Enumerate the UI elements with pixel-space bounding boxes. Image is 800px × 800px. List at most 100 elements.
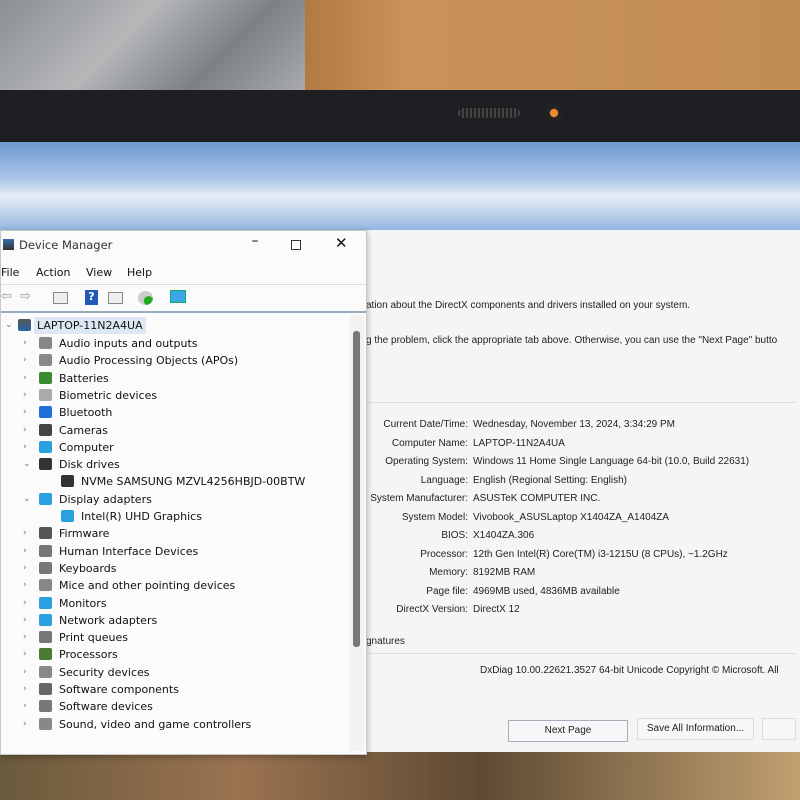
software-icon: [39, 700, 52, 713]
tree-item-label: Cameras: [59, 423, 108, 437]
battery-icon: [39, 371, 52, 384]
chevron-right-icon[interactable]: ›: [23, 698, 33, 715]
laptop-bezel: [0, 90, 800, 142]
maximize-button[interactable]: [291, 240, 301, 250]
scan-hardware-icon[interactable]: [138, 291, 153, 305]
device-tree: ⌄ LAPTOP-11N2A4UA › Audio inputs and out…: [1, 317, 349, 751]
monitor-icon: [39, 596, 52, 609]
tree-item-label: Network adapters: [59, 613, 158, 627]
background-cardboard: [305, 0, 800, 92]
field-value: X1404ZA.306: [473, 530, 535, 541]
tree-item[interactable]: › Processors: [1, 646, 346, 663]
field-value: 8192MB RAM: [473, 567, 536, 578]
chevron-right-icon[interactable]: ›: [23, 646, 33, 663]
tree-item-label: Security devices: [59, 665, 150, 679]
tree-item[interactable]: › Firmware: [1, 525, 346, 542]
chevron-right-icon[interactable]: ›: [23, 387, 33, 404]
chevron-right-icon[interactable]: ›: [23, 439, 33, 456]
help-icon[interactable]: ?: [85, 290, 98, 305]
minimize-button[interactable]: –: [245, 233, 265, 249]
tree-item-label: Audio inputs and outputs: [59, 337, 198, 350]
tree-item-label: Processors: [59, 648, 118, 662]
forward-icon[interactable]: ⇨: [20, 289, 31, 304]
chevron-right-icon[interactable]: ›: [23, 612, 33, 629]
chevron-right-icon[interactable]: ›: [23, 629, 33, 646]
tree-item-label: Human Interface Devices: [59, 544, 199, 558]
scrollbar[interactable]: [350, 315, 364, 751]
menu-action[interactable]: Action: [36, 266, 70, 279]
chevron-right-icon[interactable]: ›: [23, 370, 33, 387]
tree-item[interactable]: › Print queues: [1, 629, 346, 646]
dxdiag-intro-2: g the problem, click the appropriate tab…: [366, 335, 778, 346]
tree-item[interactable]: › Biometric devices: [1, 387, 346, 404]
menu-view[interactable]: View: [86, 266, 112, 279]
update-driver-icon[interactable]: [108, 292, 123, 304]
chevron-right-icon[interactable]: ›: [23, 543, 33, 560]
hid-icon: [39, 544, 52, 557]
tree-item[interactable]: › Computer: [1, 439, 346, 456]
tree-item[interactable]: ⌄ Display adapters: [1, 491, 346, 508]
chevron-right-icon[interactable]: ›: [23, 595, 33, 612]
divider: [1, 311, 366, 313]
printer-icon: [39, 631, 52, 644]
tree-item[interactable]: › Software devices: [1, 698, 346, 715]
field-value: English (Regional Setting: English): [473, 474, 627, 486]
tree-item[interactable]: › Batteries: [1, 370, 346, 387]
toolbar: ⇦ ⇨ ?: [1, 289, 201, 307]
tree-item[interactable]: › Network adapters: [1, 612, 346, 629]
tree-item-label: Keyboards: [59, 561, 117, 575]
next-page-button[interactable]: Next Page: [508, 720, 628, 742]
field-value: DirectX 12: [473, 604, 520, 615]
monitor-icon: [61, 510, 74, 522]
security-icon: [39, 665, 52, 678]
menu-file[interactable]: File: [1, 266, 19, 279]
window-title: Device Manager: [19, 238, 113, 252]
chevron-right-icon[interactable]: ›: [23, 664, 33, 681]
chevron-down-icon[interactable]: ⌄: [23, 491, 33, 508]
chevron-right-icon[interactable]: ›: [23, 716, 33, 733]
tree-item[interactable]: ⌄ Disk drives: [1, 456, 346, 473]
tree-item[interactable]: › Human Interface Devices: [1, 543, 346, 560]
tree-item[interactable]: › Audio Processing Objects (APOs): [1, 352, 346, 369]
tree-item[interactable]: › Software components: [1, 681, 346, 698]
tree-item[interactable]: › Keyboards: [1, 560, 346, 577]
field-value: 4969MB used, 4836MB available: [473, 585, 620, 597]
tree-item[interactable]: › Security devices: [1, 664, 346, 681]
chevron-right-icon[interactable]: ›: [23, 577, 33, 594]
tree-item[interactable]: › Cameras: [1, 422, 346, 439]
tree-item[interactable]: Intel(R) UHD Graphics: [1, 508, 346, 525]
properties-icon[interactable]: [53, 292, 68, 304]
chevron-right-icon[interactable]: ›: [23, 404, 33, 421]
field-value: LAPTOP-11N2A4UA: [473, 437, 565, 449]
tree-item[interactable]: › Bluetooth: [1, 404, 346, 421]
scrollbar-thumb[interactable]: [353, 331, 360, 647]
tree-item-label: NVMe SAMSUNG MZVL4256HBJD-00BTW: [81, 475, 306, 489]
tree-item[interactable]: › Audio inputs and outputs: [1, 335, 346, 352]
chevron-right-icon[interactable]: ›: [23, 525, 33, 542]
tree-item-label: Sound, video and game controllers: [59, 717, 252, 731]
chevron-right-icon[interactable]: ›: [23, 681, 33, 698]
tree-item[interactable]: › Monitors: [1, 595, 346, 612]
field-value: 12th Gen Intel(R) Core(TM) i3-1215U (8 C…: [473, 548, 728, 560]
chevron-down-icon[interactable]: ⌄: [5, 317, 15, 334]
exit-button[interactable]: [762, 718, 796, 740]
dxdiag-window: ation about the DirectX components and d…: [300, 230, 800, 752]
divider: [1, 284, 366, 285]
tree-root[interactable]: ⌄ LAPTOP-11N2A4UA: [1, 317, 201, 334]
tree-item[interactable]: › Sound, video and game controllers: [1, 716, 346, 733]
chip-icon: [39, 527, 52, 540]
tree-item-label: Disk drives: [59, 458, 120, 472]
tree-item[interactable]: NVMe SAMSUNG MZVL4256HBJD-00BTW: [1, 473, 346, 490]
back-icon[interactable]: ⇦: [1, 289, 12, 304]
monitor-icon[interactable]: [170, 290, 186, 303]
close-button[interactable]: ✕: [335, 234, 348, 252]
chevron-right-icon[interactable]: ›: [23, 352, 33, 369]
chevron-right-icon[interactable]: ›: [23, 335, 33, 352]
component-icon: [39, 683, 52, 695]
chevron-down-icon[interactable]: ⌄: [23, 456, 33, 473]
chevron-right-icon[interactable]: ›: [23, 560, 33, 577]
tree-item[interactable]: › Mice and other pointing devices: [1, 577, 346, 594]
menu-help[interactable]: Help: [127, 266, 152, 279]
save-all-information-button[interactable]: Save All Information...: [637, 718, 754, 740]
chevron-right-icon[interactable]: ›: [23, 422, 33, 439]
